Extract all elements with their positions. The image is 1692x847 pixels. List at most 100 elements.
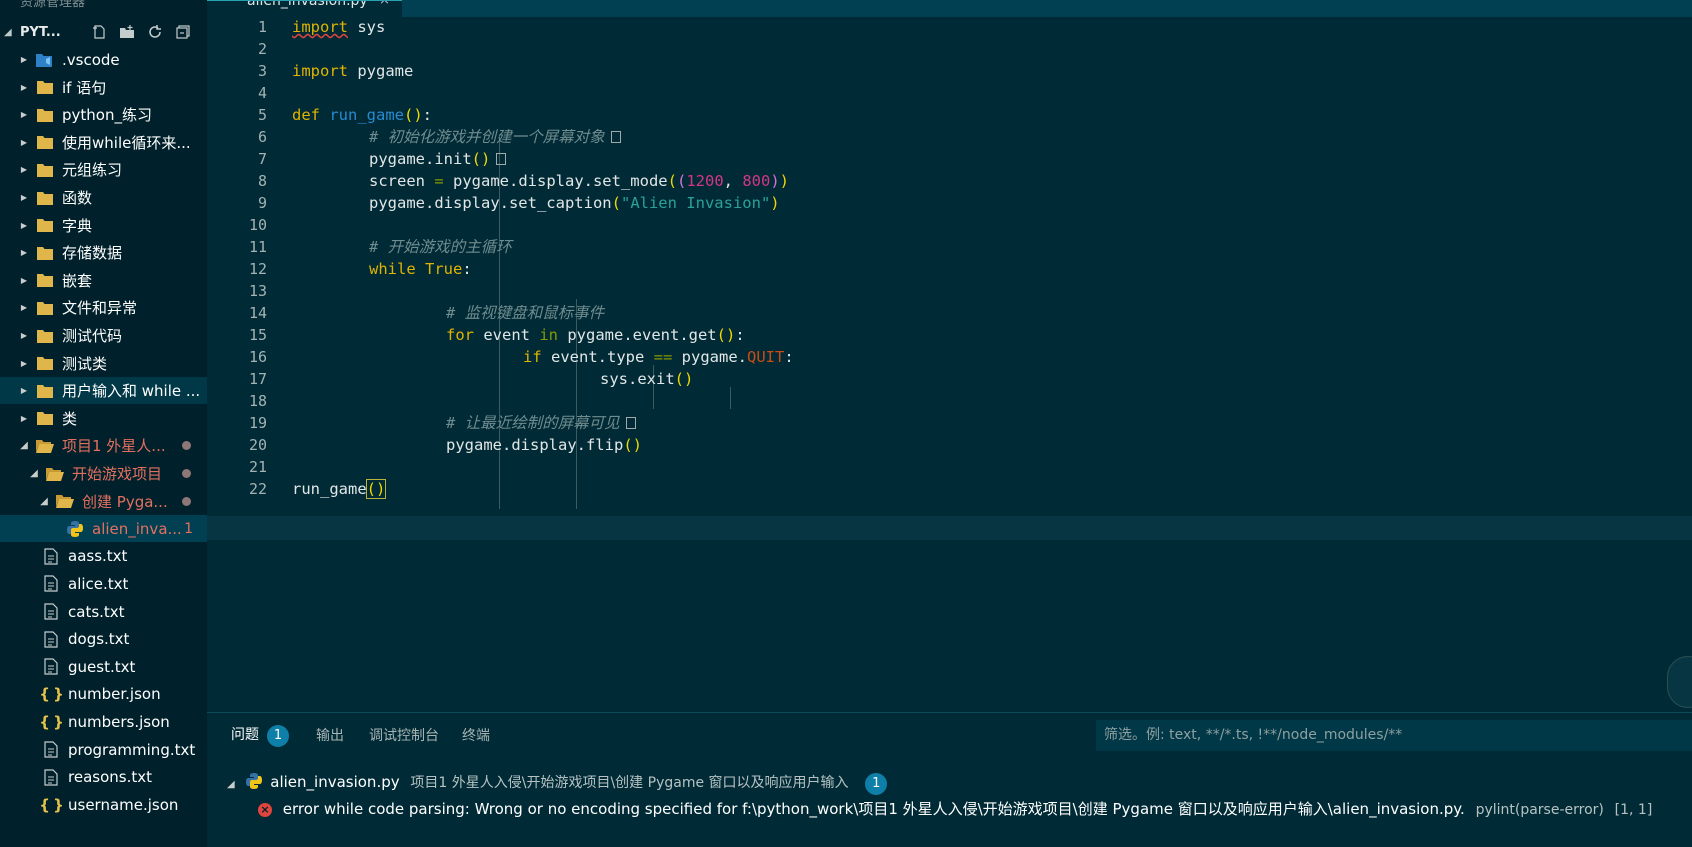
tree-item-label: reasons.txt	[68, 768, 152, 787]
code-line-6: # 初始化游戏并创建一个屏幕对象	[369, 125, 621, 149]
tree-item[interactable]: { } number.json	[0, 681, 207, 708]
line-number: 14	[248, 304, 267, 322]
line-number: 16	[248, 348, 267, 366]
tree-item-label: 创建 Pyga...	[82, 492, 168, 511]
tree-item[interactable]: ▶ 嵌套	[0, 267, 207, 294]
problem-file-row[interactable]: ◢ alien_invasion.py 项目1 外星人入侵\开始游戏项目\创建 …	[227, 770, 888, 795]
chevron-right-icon: ▶	[20, 220, 28, 230]
line-number: 1	[257, 18, 267, 36]
tree-item-label: 函数	[62, 189, 93, 207]
tree-item[interactable]: ▶ 用户输入和 while ...	[0, 377, 207, 405]
error-icon: ×	[258, 803, 272, 817]
modified-dot	[182, 441, 191, 451]
tree-item[interactable]: alice.txt	[0, 570, 207, 597]
code-line-14: # 监视键盘和鼠标事件	[446, 304, 605, 322]
tree-item[interactable]: ▶ .vscode	[0, 46, 207, 73]
line-number: 19	[248, 414, 267, 432]
problems-filter-input[interactable]: 筛选。例: text, **/*.ts, !**/node_modules/**	[1096, 720, 1692, 751]
new-folder-icon[interactable]	[118, 23, 136, 41]
tree-item[interactable]: aass.txt	[0, 543, 207, 570]
folder-icon	[36, 189, 54, 207]
code-editor[interactable]: 1 2 3 4 5 6 7 8 9 10 11 12 13 14 15 16 1…	[207, 17, 1692, 712]
folder-icon	[36, 133, 54, 151]
tree-item-label: 存储数据	[62, 244, 123, 263]
tree-item[interactable]: ▶ 测试类	[0, 350, 207, 377]
tree-item[interactable]: ◢ 开始游戏项目	[0, 460, 207, 487]
json-file-icon: { }	[39, 795, 64, 814]
tab-terminal[interactable]: 终端	[462, 726, 490, 746]
chevron-down-icon: ◢	[20, 440, 28, 452]
folder-icon	[36, 161, 54, 179]
workspace-title: PYT...	[20, 24, 61, 40]
folder-icon	[36, 354, 54, 372]
tree-item[interactable]: ◢ 项目1 外星人...	[0, 432, 207, 459]
tree-item[interactable]: dogs.txt	[0, 626, 207, 653]
line-number: 17	[248, 370, 267, 388]
tree-item-label: alice.txt	[68, 574, 129, 593]
indent-guide	[730, 387, 731, 409]
code-line-22: run_game()	[292, 479, 387, 499]
tree-item[interactable]: ▶ 字典	[0, 212, 207, 239]
folder-icon	[36, 327, 54, 345]
tree-item-label: 测试类	[62, 354, 108, 373]
line-number: 22	[248, 480, 267, 498]
close-icon[interactable]: ×	[379, 1, 390, 8]
tree-item[interactable]: ▶ 文件和异常	[0, 294, 207, 321]
tree-item[interactable]: ▶ if 语句	[0, 74, 207, 101]
tree-item[interactable]: ▶ 类	[0, 405, 207, 432]
line-number: 4	[257, 84, 267, 102]
open-folder-icon	[36, 437, 54, 455]
tree-item-label: python_练习	[62, 106, 152, 125]
refresh-icon[interactable]	[146, 23, 164, 41]
tree-item[interactable]: programming.txt	[0, 736, 207, 763]
tree-item-label: cats.txt	[68, 602, 125, 621]
line-number: 18	[248, 392, 267, 410]
tree-item[interactable]: { } numbers.json	[0, 708, 207, 735]
tree-item-label: alien_inva...	[92, 519, 182, 538]
folder-icon	[36, 382, 54, 400]
explorer-sidebar: 资源管理器 ◢ PYT... ▶ .vscode ▶ if 语句 ▶ python_练习 ▶…	[0, 0, 207, 847]
explorer-section-header[interactable]: ◢ PYT...	[0, 18, 207, 46]
line-number: 11	[248, 238, 267, 256]
tree-item[interactable]: ◢ 创建 Pyga...	[0, 488, 207, 515]
tab-problems[interactable]: 问题 1	[231, 725, 289, 747]
tab-strip	[402, 0, 1692, 17]
tab-output[interactable]: 输出	[316, 726, 344, 746]
problem-error-row[interactable]: × error while code parsing: Wrong or no …	[258, 797, 1652, 821]
tree-item[interactable]: guest.txt	[0, 653, 207, 680]
code-line-19: # 让最近绘制的屏幕可见	[446, 411, 636, 435]
line-number: 21	[248, 458, 267, 476]
tree-item[interactable]: { } username.json	[0, 791, 207, 818]
scroll-indicator[interactable]	[1667, 656, 1692, 708]
chevron-right-icon: ▶	[20, 193, 28, 202]
chevron-down-icon: ◢	[40, 495, 48, 507]
tree-item[interactable]: alien_inva... 1	[0, 515, 207, 543]
line-number: 12	[248, 260, 267, 278]
tree-item-label: 项目1 外星人...	[62, 437, 166, 456]
text-file-icon	[42, 741, 60, 759]
tree-item[interactable]: ▶ 使用while循环来...	[0, 129, 207, 156]
tree-item[interactable]: ▶ 测试代码	[0, 322, 207, 349]
tree-item[interactable]: cats.txt	[0, 598, 207, 625]
file-problem-count-badge: 1	[865, 773, 888, 795]
tree-item-label: 类	[62, 409, 78, 428]
tab-debug-console[interactable]: 调试控制台	[369, 726, 439, 746]
code-line-15: for event in pygame.event.get():	[446, 326, 745, 344]
tree-item[interactable]: ▶ 函数	[0, 184, 207, 211]
folder-icon	[36, 216, 54, 234]
tree-item[interactable]: reasons.txt	[0, 764, 207, 791]
chevron-down-icon: ◢	[4, 26, 12, 38]
code-line-9: pygame.display.set_caption("Alien Invasi…	[369, 194, 780, 212]
tree-item-label: 嵌套	[62, 271, 93, 290]
collapse-all-icon[interactable]	[174, 23, 192, 41]
code-line-7: pygame.init()	[369, 147, 507, 171]
tree-item-label: 文件和异常	[62, 299, 138, 318]
code-line-1: import sys	[292, 18, 386, 36]
json-file-icon: { }	[39, 712, 64, 731]
tree-item[interactable]: ▶ python_练习	[0, 101, 207, 128]
new-file-icon[interactable]	[90, 23, 108, 41]
tree-item[interactable]: ▶ 元组练习	[0, 156, 207, 183]
problem-file-name: alien_invasion.py	[270, 773, 400, 791]
folder-icon	[36, 299, 54, 317]
tree-item[interactable]: ▶ 存储数据	[0, 239, 207, 266]
